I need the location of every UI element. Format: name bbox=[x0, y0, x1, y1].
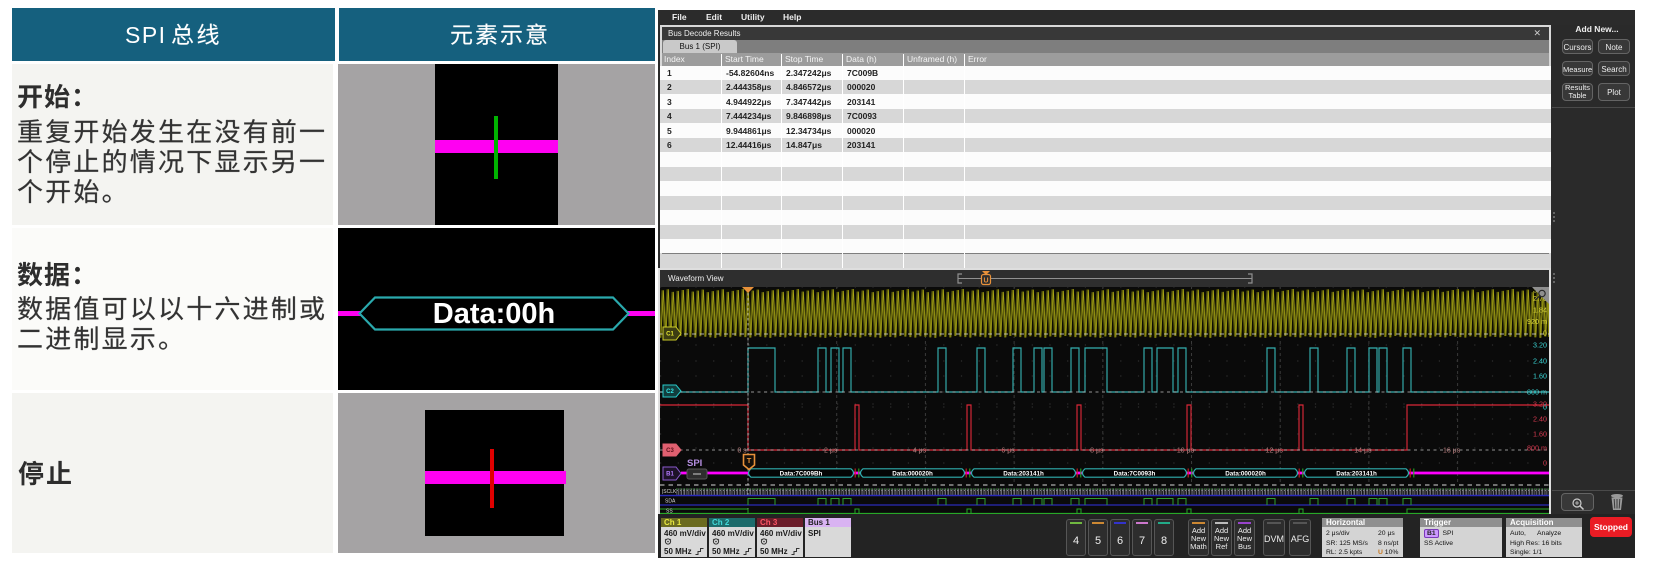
svg-text:10 μs: 10 μs bbox=[1177, 447, 1195, 454]
svg-text:1.84: 1.84 bbox=[1533, 306, 1547, 315]
svg-text:2 μs: 2 μs bbox=[824, 447, 838, 454]
svg-text:12 μs: 12 μs bbox=[1266, 447, 1284, 454]
svg-text:3.20: 3.20 bbox=[1533, 341, 1547, 350]
svg-text:16 μs: 16 μs bbox=[1443, 447, 1461, 454]
svg-text:SPI: SPI bbox=[687, 458, 702, 469]
svg-text:920 m: 920 m bbox=[1527, 317, 1547, 326]
svg-text:0: 0 bbox=[1543, 459, 1547, 468]
svg-text:Data:203141h: Data:203141h bbox=[1336, 470, 1377, 477]
svg-text:Data:7C009Bh: Data:7C009Bh bbox=[780, 470, 823, 477]
svg-text:|SCLK: |SCLK bbox=[662, 489, 677, 495]
svg-text:C2: C2 bbox=[666, 389, 674, 395]
svg-text:2.40: 2.40 bbox=[1533, 357, 1547, 366]
svg-text:0: 0 bbox=[1543, 329, 1547, 338]
svg-text:6 μs: 6 μs bbox=[1001, 447, 1015, 454]
svg-text:800 m: 800 m bbox=[1527, 444, 1547, 453]
svg-text:SDA: SDA bbox=[665, 499, 676, 505]
svg-text:T: T bbox=[747, 456, 752, 465]
svg-text:Data:000020h: Data:000020h bbox=[1225, 470, 1266, 477]
svg-text:14 μs: 14 μs bbox=[1354, 447, 1372, 454]
svg-text:8 μs: 8 μs bbox=[1090, 447, 1104, 454]
svg-text:Data:000020h: Data:000020h bbox=[892, 470, 933, 477]
svg-text:U: U bbox=[983, 278, 988, 285]
svg-text:Data:203141h: Data:203141h bbox=[1003, 470, 1044, 477]
svg-text:B1: B1 bbox=[666, 472, 674, 478]
svg-text:3.20: 3.20 bbox=[1533, 400, 1547, 409]
svg-text:C3: C3 bbox=[666, 448, 674, 454]
svg-text:Data:7C0093h: Data:7C0093h bbox=[1114, 470, 1156, 477]
svg-text:1.60: 1.60 bbox=[1533, 430, 1547, 439]
svg-text:2.40: 2.40 bbox=[1533, 415, 1547, 424]
svg-text:1.60: 1.60 bbox=[1533, 372, 1547, 381]
svg-text:800 m: 800 m bbox=[1527, 388, 1547, 397]
svg-text:C1: C1 bbox=[666, 332, 674, 338]
svg-text:4 μs: 4 μs bbox=[913, 447, 927, 454]
svg-text:0 s: 0 s bbox=[737, 447, 747, 454]
